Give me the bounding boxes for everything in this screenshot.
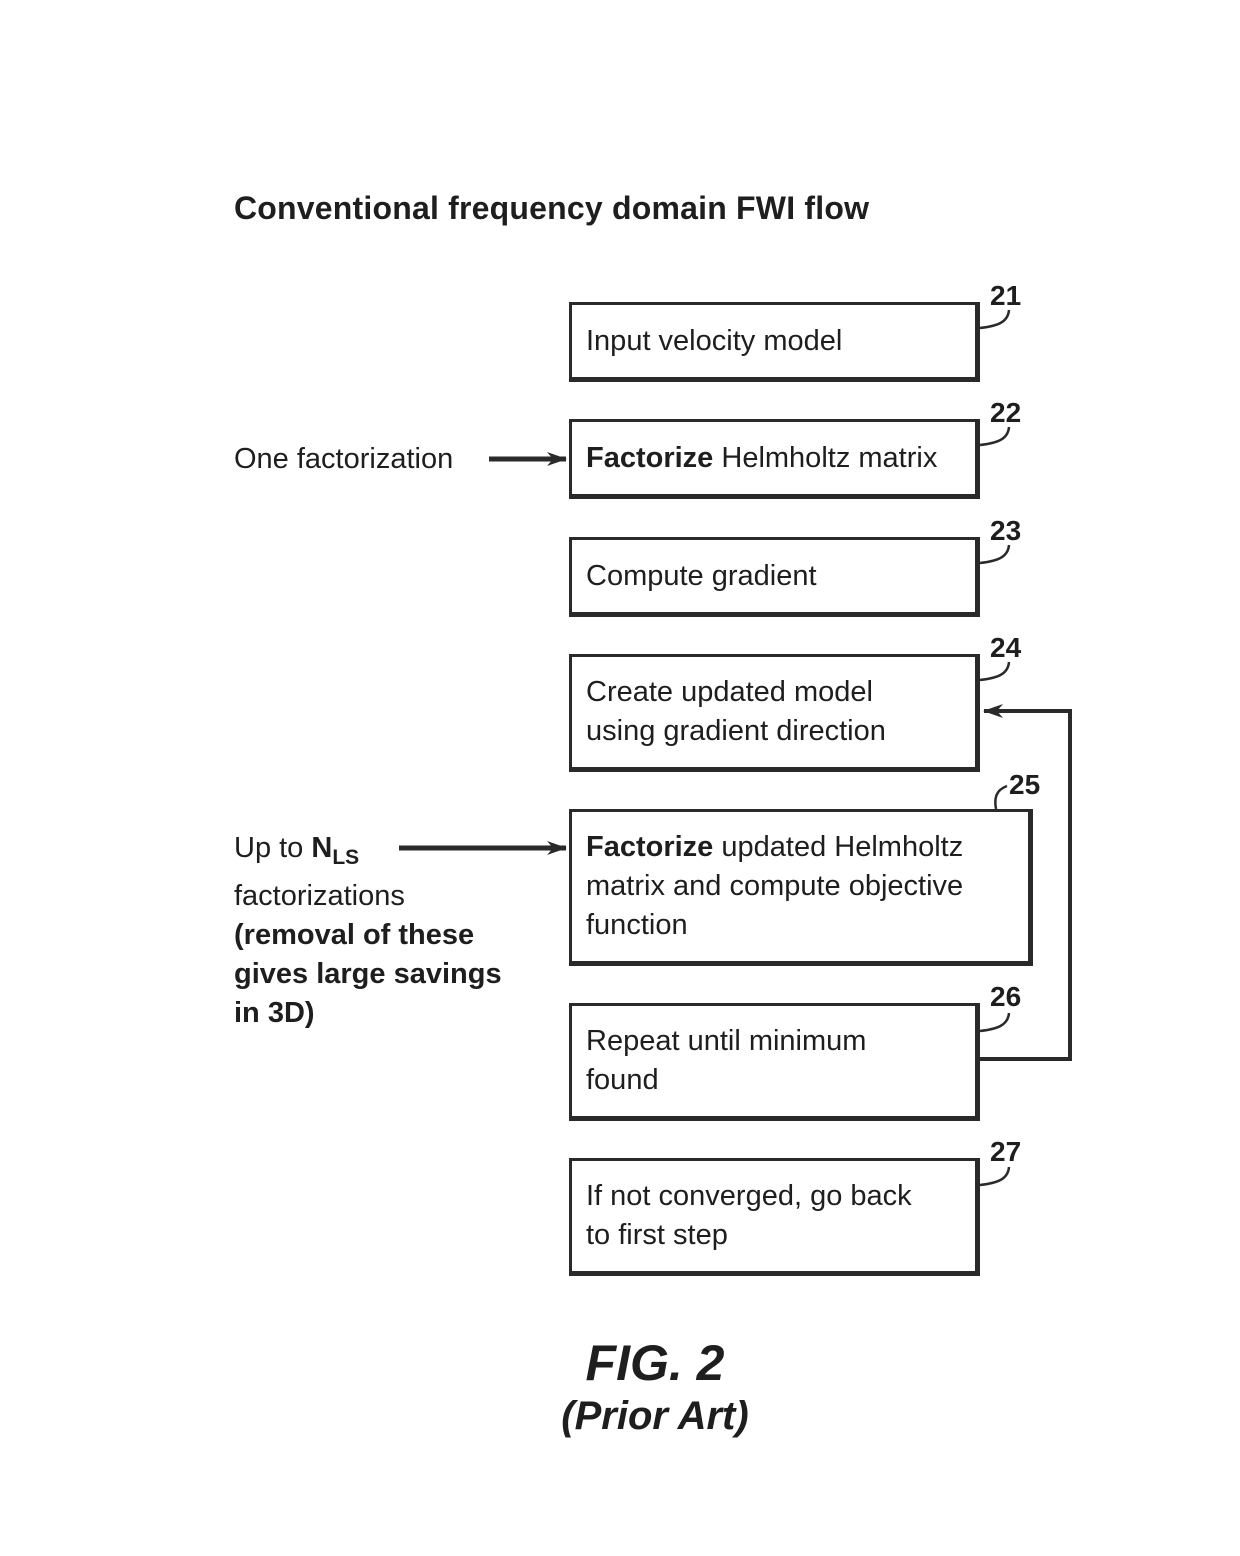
leader-23 bbox=[979, 544, 1011, 565]
leader-27 bbox=[979, 1166, 1011, 1187]
leader-22 bbox=[979, 426, 1011, 447]
figure-sublabel: (Prior Art) bbox=[561, 1394, 749, 1438]
leader-25 bbox=[994, 784, 1008, 810]
loop-back-line bbox=[980, 704, 1072, 1061]
leader-26 bbox=[979, 1012, 1011, 1033]
leader-21 bbox=[979, 309, 1011, 330]
figure-label: FIG. 2 bbox=[585, 1335, 725, 1391]
connectors bbox=[399, 309, 1072, 1187]
leader-24 bbox=[979, 661, 1011, 682]
